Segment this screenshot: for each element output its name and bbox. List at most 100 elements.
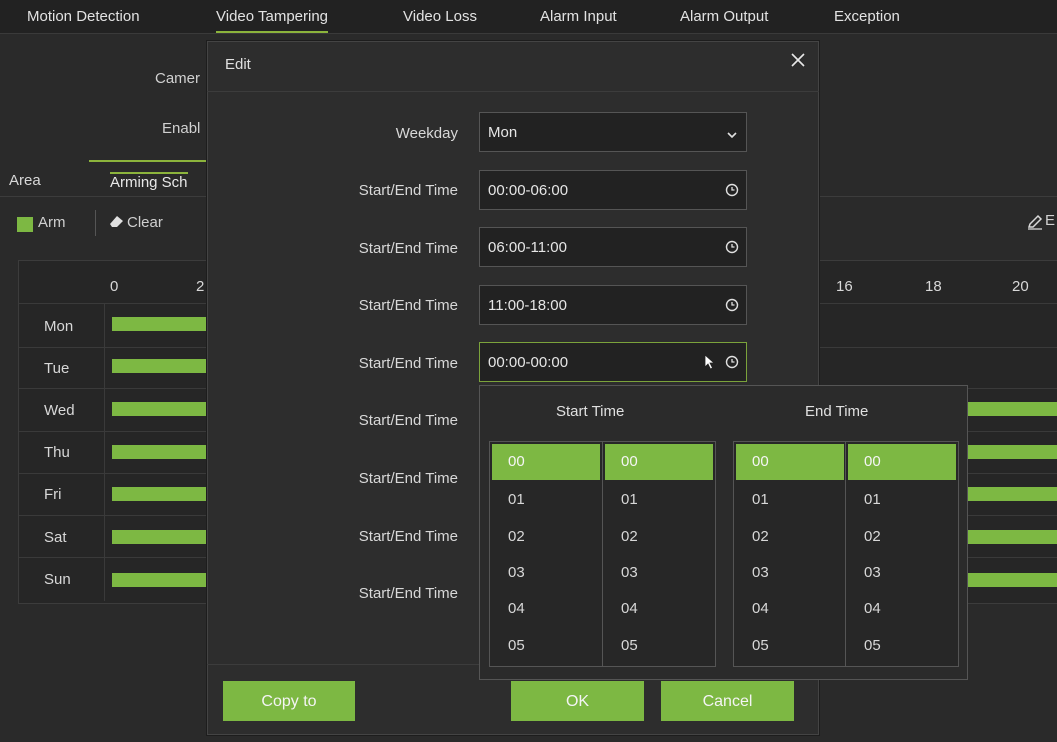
tab-alarm-output[interactable]: Alarm Output bbox=[680, 8, 768, 25]
time-range-value: 00:00-00:00 bbox=[488, 354, 569, 371]
picker-column-divider bbox=[602, 442, 603, 666]
schedule-bar-tue[interactable] bbox=[112, 359, 208, 373]
picker-column-divider bbox=[845, 442, 846, 666]
start-minute-column[interactable]: 00 01 02 03 04 05 bbox=[605, 442, 715, 666]
close-icon[interactable] bbox=[787, 51, 809, 73]
day-label-mon: Mon bbox=[44, 318, 74, 335]
hour-label: 2 bbox=[196, 278, 205, 295]
arm-label[interactable]: Arm bbox=[38, 214, 66, 231]
end-hour-option[interactable]: 01 bbox=[736, 482, 844, 518]
end-hour-option[interactable]: 00 bbox=[736, 444, 844, 480]
tab-video-loss[interactable]: Video Loss bbox=[403, 8, 477, 25]
tab-arming-schedule[interactable]: Arming Sch bbox=[110, 172, 188, 191]
start-minute-option[interactable]: 03 bbox=[605, 555, 713, 591]
start-time-columns: 00 01 02 03 04 05 00 01 02 03 04 05 bbox=[489, 441, 716, 667]
start-end-time-label: Start/End Time bbox=[358, 528, 458, 545]
schedule-bar-wed-right[interactable] bbox=[968, 402, 1057, 416]
end-time-title: End Time bbox=[805, 403, 869, 420]
schedule-bar-thu-right[interactable] bbox=[968, 445, 1057, 459]
schedule-bar-thu[interactable] bbox=[112, 445, 208, 459]
day-label-wed: Wed bbox=[44, 402, 75, 419]
end-time-columns: 00 01 02 03 04 05 00 01 02 03 04 05 bbox=[733, 441, 959, 667]
start-hour-column[interactable]: 00 01 02 03 04 05 bbox=[492, 442, 602, 666]
end-minute-column[interactable]: 00 01 02 03 04 05 bbox=[848, 442, 958, 666]
start-hour-option[interactable]: 00 bbox=[492, 444, 600, 480]
day-label-sun: Sun bbox=[44, 571, 71, 588]
weekday-label: Weekday bbox=[395, 125, 458, 142]
start-minute-option[interactable]: 01 bbox=[605, 482, 713, 518]
start-hour-option[interactable]: 05 bbox=[492, 628, 600, 664]
tab-exception[interactable]: Exception bbox=[834, 8, 900, 25]
top-tab-bar: Motion Detection Video Tampering Video L… bbox=[0, 0, 1057, 34]
schedule-bar-sat-right[interactable] bbox=[968, 530, 1057, 544]
end-hour-option[interactable]: 02 bbox=[736, 519, 844, 555]
tab-video-tampering[interactable]: Video Tampering bbox=[216, 8, 329, 33]
end-hour-option[interactable]: 03 bbox=[736, 555, 844, 591]
schedule-bar-wed[interactable] bbox=[112, 402, 208, 416]
start-hour-option[interactable]: 01 bbox=[492, 482, 600, 518]
clock-icon[interactable] bbox=[725, 183, 739, 197]
end-minute-option[interactable]: 04 bbox=[848, 591, 956, 627]
mouse-cursor-icon bbox=[704, 354, 716, 374]
end-minute-option[interactable]: 01 bbox=[848, 482, 956, 518]
start-hour-option[interactable]: 04 bbox=[492, 591, 600, 627]
start-minute-option[interactable]: 04 bbox=[605, 591, 713, 627]
time-range-field-2[interactable]: 06:00-11:00 bbox=[479, 227, 747, 267]
day-label-sat: Sat bbox=[44, 529, 67, 546]
schedule-bar-fri[interactable] bbox=[112, 487, 208, 501]
arming-tab-indicator bbox=[89, 160, 209, 162]
copy-to-button[interactable]: Copy to bbox=[223, 681, 355, 721]
hour-label: 18 bbox=[925, 278, 942, 295]
grid-line bbox=[104, 303, 105, 601]
clear-label[interactable]: Clear bbox=[127, 214, 163, 231]
hour-label: 20 bbox=[1012, 278, 1029, 295]
time-range-field-3[interactable]: 11:00-18:00 bbox=[479, 285, 747, 325]
end-hour-option[interactable]: 04 bbox=[736, 591, 844, 627]
eraser-icon[interactable] bbox=[108, 213, 126, 234]
start-minute-option[interactable]: 02 bbox=[605, 519, 713, 555]
clock-icon[interactable] bbox=[725, 355, 739, 369]
start-end-time-label: Start/End Time bbox=[358, 470, 458, 487]
end-minute-option[interactable]: 05 bbox=[848, 628, 956, 664]
schedule-bar-mon[interactable] bbox=[112, 317, 208, 331]
start-end-time-label: Start/End Time bbox=[358, 182, 458, 199]
edit-label[interactable]: E bbox=[1045, 212, 1055, 229]
arm-swatch[interactable] bbox=[17, 217, 33, 232]
cancel-button[interactable]: Cancel bbox=[661, 681, 794, 721]
chevron-down-icon bbox=[726, 127, 738, 144]
schedule-bar-sat[interactable] bbox=[112, 530, 208, 544]
start-hour-option[interactable]: 03 bbox=[492, 555, 600, 591]
time-range-field-1[interactable]: 00:00-06:00 bbox=[479, 170, 747, 210]
time-range-value: 06:00-11:00 bbox=[488, 239, 567, 256]
start-time-title: Start Time bbox=[556, 403, 625, 420]
time-range-field-4[interactable]: 00:00-00:00 bbox=[479, 342, 747, 382]
clock-icon[interactable] bbox=[725, 240, 739, 254]
weekday-value: Mon bbox=[488, 124, 518, 141]
start-end-time-label: Start/End Time bbox=[358, 240, 458, 257]
start-minute-option[interactable]: 05 bbox=[605, 628, 713, 664]
ok-button[interactable]: OK bbox=[511, 681, 644, 721]
pencil-icon[interactable] bbox=[1027, 214, 1043, 234]
dialog-title: Edit bbox=[225, 56, 251, 73]
end-hour-column[interactable]: 00 01 02 03 04 05 bbox=[736, 442, 846, 666]
end-minute-option[interactable]: 03 bbox=[848, 555, 956, 591]
start-hour-option[interactable]: 02 bbox=[492, 519, 600, 555]
schedule-bar-sun[interactable] bbox=[112, 573, 208, 587]
end-hour-option[interactable]: 05 bbox=[736, 628, 844, 664]
enable-label: Enabl bbox=[162, 120, 201, 137]
start-end-time-label: Start/End Time bbox=[358, 297, 458, 314]
clock-icon[interactable] bbox=[725, 298, 739, 312]
start-end-time-label: Start/End Time bbox=[358, 412, 458, 429]
end-minute-option[interactable]: 00 bbox=[848, 444, 956, 480]
camera-label: Camer bbox=[155, 70, 201, 87]
tab-area[interactable]: Area bbox=[9, 172, 41, 189]
tab-motion-detection[interactable]: Motion Detection bbox=[27, 8, 140, 25]
schedule-bar-sun-right[interactable] bbox=[968, 573, 1057, 587]
tab-alarm-input[interactable]: Alarm Input bbox=[540, 8, 617, 25]
day-label-tue: Tue bbox=[44, 360, 70, 377]
end-minute-option[interactable]: 02 bbox=[848, 519, 956, 555]
weekday-select[interactable]: Mon bbox=[479, 112, 747, 152]
dialog-header bbox=[207, 41, 819, 92]
start-minute-option[interactable]: 00 bbox=[605, 444, 713, 480]
schedule-bar-fri-right[interactable] bbox=[968, 487, 1057, 501]
